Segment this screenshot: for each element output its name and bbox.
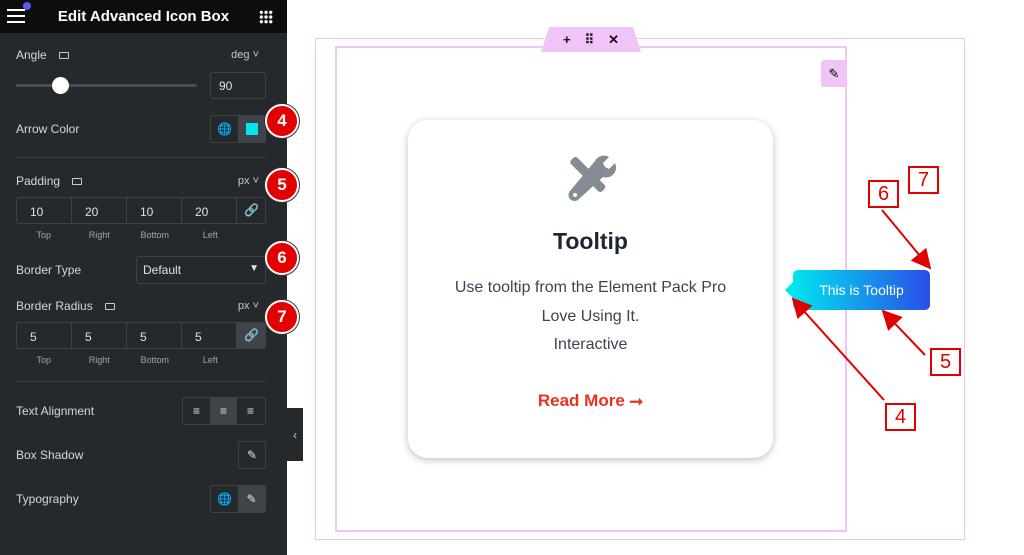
callout-box: 7 bbox=[908, 166, 939, 194]
callout-box: 5 bbox=[930, 348, 961, 376]
callout-arrows bbox=[791, 209, 932, 401]
callout-box: 4 bbox=[885, 403, 916, 431]
callout-box: 6 bbox=[868, 180, 899, 208]
